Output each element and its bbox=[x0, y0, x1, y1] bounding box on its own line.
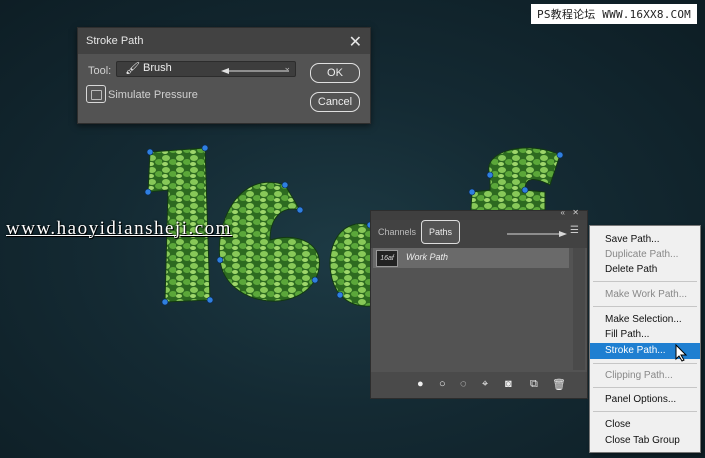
path-thumbnail: 16af bbox=[376, 250, 398, 267]
menu-item-panel-options[interactable]: Panel Options... bbox=[590, 392, 700, 408]
menu-separator bbox=[593, 306, 697, 307]
simulate-pressure-checkbox[interactable] bbox=[86, 85, 106, 103]
ok-button[interactable]: OK bbox=[310, 63, 360, 83]
brush-icon: 🖌 bbox=[125, 61, 141, 75]
load-selection-icon[interactable]: ◌ bbox=[460, 378, 467, 390]
add-mask-icon[interactable]: ◙ bbox=[505, 378, 512, 390]
tool-select[interactable]: 🖌 Brush ⌄ bbox=[116, 61, 296, 77]
path-row-work-path[interactable]: 16af Work Path bbox=[373, 248, 569, 268]
menu-item-close[interactable]: Close bbox=[590, 417, 700, 433]
mouse-cursor-icon bbox=[675, 344, 688, 362]
annotation-arrow-icon bbox=[221, 68, 289, 74]
stroke-path-dialog: Stroke Path ✕ Tool: 🖌 Brush ⌄ Simulate P… bbox=[77, 27, 371, 124]
fill-path-icon[interactable]: ● bbox=[417, 378, 424, 390]
tool-value: Brush bbox=[143, 62, 172, 74]
path-name: Work Path bbox=[406, 252, 449, 262]
menu-item-duplicate-path[interactable]: Duplicate Path... bbox=[590, 247, 700, 263]
simulate-pressure-label: Simulate Pressure bbox=[108, 89, 198, 101]
panel-top-strip: « ✕ bbox=[371, 208, 587, 220]
menu-item-make-selection[interactable]: Make Selection... bbox=[590, 312, 700, 328]
menu-item-clipping-path[interactable]: Clipping Path... bbox=[590, 368, 700, 384]
close-icon[interactable]: ✕ bbox=[349, 32, 362, 52]
panel-tabs: Channels Paths ☰ bbox=[371, 220, 587, 248]
menu-separator bbox=[593, 281, 697, 282]
dialog-header: Stroke Path ✕ bbox=[78, 28, 370, 54]
cancel-button[interactable]: Cancel bbox=[310, 92, 360, 112]
panel-menu-icon[interactable]: ☰ bbox=[570, 225, 579, 236]
watermark-top: PS教程论坛 WWW.16XX8.COM bbox=[531, 4, 697, 24]
stroke-path-icon[interactable]: ○ bbox=[439, 378, 446, 390]
menu-separator bbox=[593, 387, 697, 388]
close-icon[interactable]: ✕ bbox=[572, 208, 579, 217]
panel-scrollbar[interactable] bbox=[573, 248, 585, 370]
menu-item-fill-path[interactable]: Fill Path... bbox=[590, 327, 700, 343]
menu-item-save-path[interactable]: Save Path... bbox=[590, 232, 700, 248]
chevron-down-icon: ⌄ bbox=[283, 62, 291, 72]
menu-separator bbox=[593, 363, 697, 364]
collapse-icon[interactable]: « bbox=[561, 208, 565, 217]
annotation-arrow-icon bbox=[507, 231, 567, 237]
paths-context-menu: Save Path... Duplicate Path... Delete Pa… bbox=[589, 225, 701, 453]
watermark-middle: www.haoyidiansheji.com bbox=[6, 218, 232, 239]
menu-separator bbox=[593, 411, 697, 412]
new-path-icon[interactable]: ⧉ bbox=[530, 378, 538, 391]
menu-item-make-work-path[interactable]: Make Work Path... bbox=[590, 287, 700, 303]
tab-paths[interactable]: Paths bbox=[421, 220, 460, 244]
paths-panel: « ✕ Channels Paths ☰ 16af Work Path ● ○ … bbox=[370, 208, 588, 399]
menu-item-delete-path[interactable]: Delete Path bbox=[590, 262, 700, 278]
dialog-title: Stroke Path bbox=[86, 35, 144, 47]
tab-channels[interactable]: Channels bbox=[378, 227, 416, 237]
make-work-path-icon[interactable]: ⌖ bbox=[482, 378, 488, 391]
tool-label: Tool: bbox=[88, 65, 112, 77]
panel-footer: ● ○ ◌ ⌖ ◙ ⧉ 🗑 bbox=[371, 372, 587, 398]
menu-item-close-tab-group[interactable]: Close Tab Group bbox=[590, 433, 700, 449]
delete-icon[interactable]: 🗑 bbox=[552, 378, 566, 391]
